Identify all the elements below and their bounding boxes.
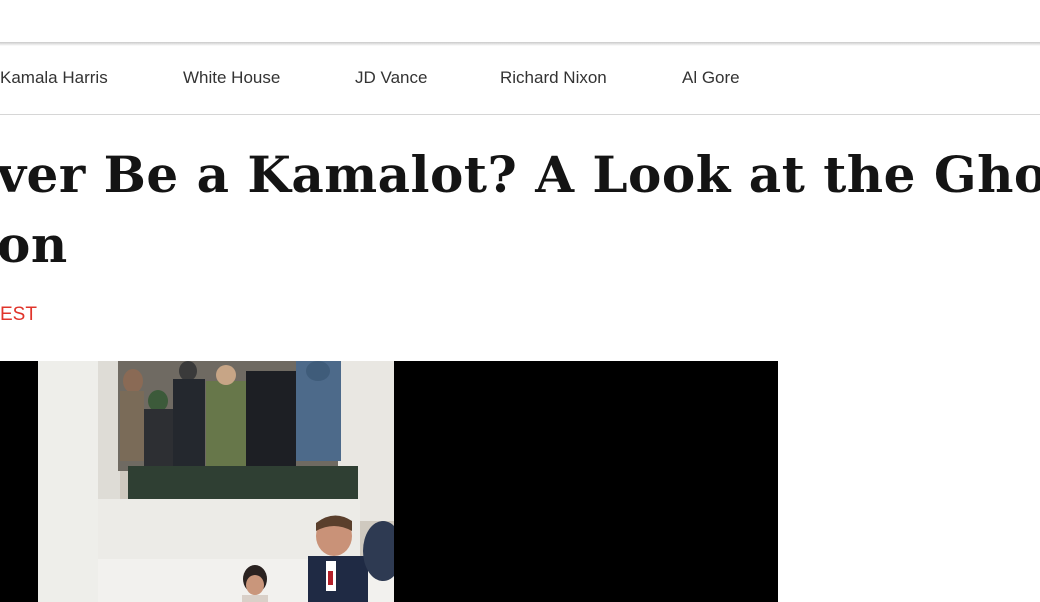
topic-link-richard-nixon[interactable]: Richard Nixon [500, 68, 607, 88]
video-player[interactable] [0, 361, 778, 602]
topic-link-white-house[interactable]: White House [183, 68, 280, 88]
hedge [128, 466, 358, 501]
article-headline: ver Be a Kamalot? A Look at the Ghost on [0, 140, 1040, 280]
site-header [0, 0, 1040, 43]
video-thumbnail-image [38, 361, 394, 602]
headline-line-2: on [0, 215, 68, 274]
article-dateline: EST [0, 304, 37, 325]
topic-link-kamala-harris[interactable]: Kamala Harris [0, 68, 108, 88]
topic-link-jd-vance[interactable]: JD Vance [355, 68, 427, 88]
article-page: Kamala Harris White House JD Vance Richa… [0, 0, 1040, 602]
topic-nav: Kamala Harris White House JD Vance Richa… [0, 46, 1040, 115]
video-thumbnail[interactable] [38, 361, 394, 602]
topic-link-al-gore[interactable]: Al Gore [682, 68, 740, 88]
headline-line-1: ver Be a Kamalot? A Look at the Ghost [0, 145, 1040, 204]
